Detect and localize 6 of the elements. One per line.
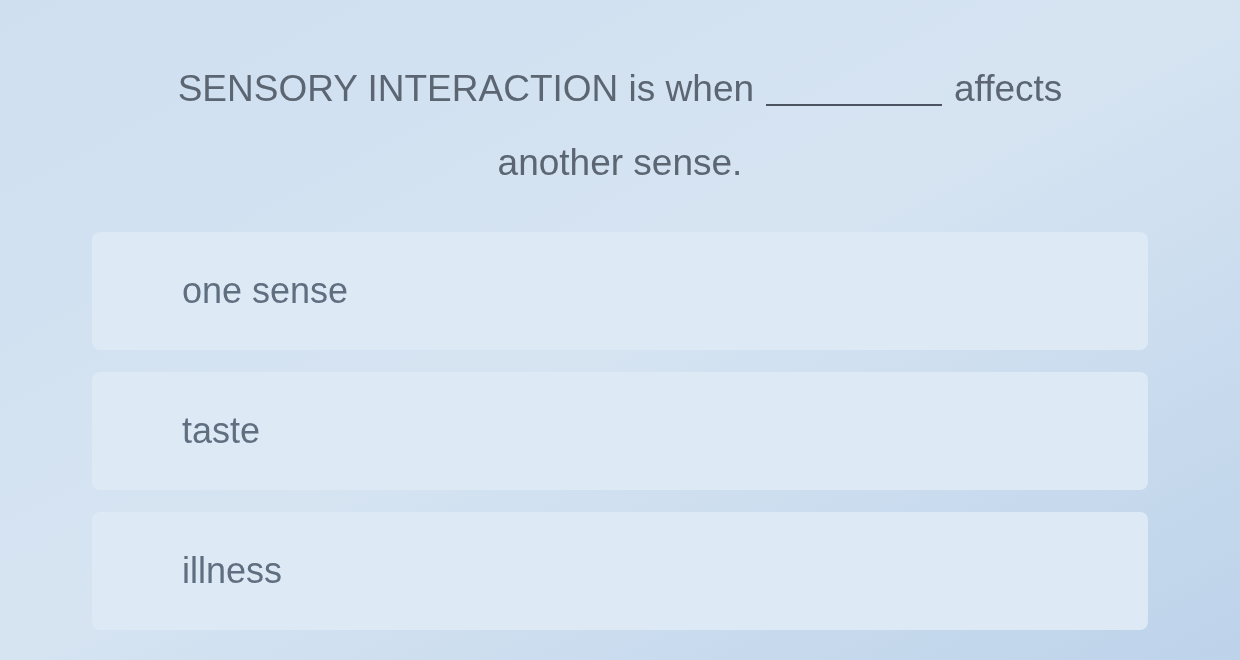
question-text: affects [954,67,1063,111]
answer-option[interactable]: illness [92,512,1148,630]
answer-option[interactable]: taste [92,372,1148,490]
question-text: SENSORY INTERACTION is when [177,67,755,111]
question-text: another sense. [497,141,743,185]
answer-option[interactable]: one sense [92,232,1148,350]
